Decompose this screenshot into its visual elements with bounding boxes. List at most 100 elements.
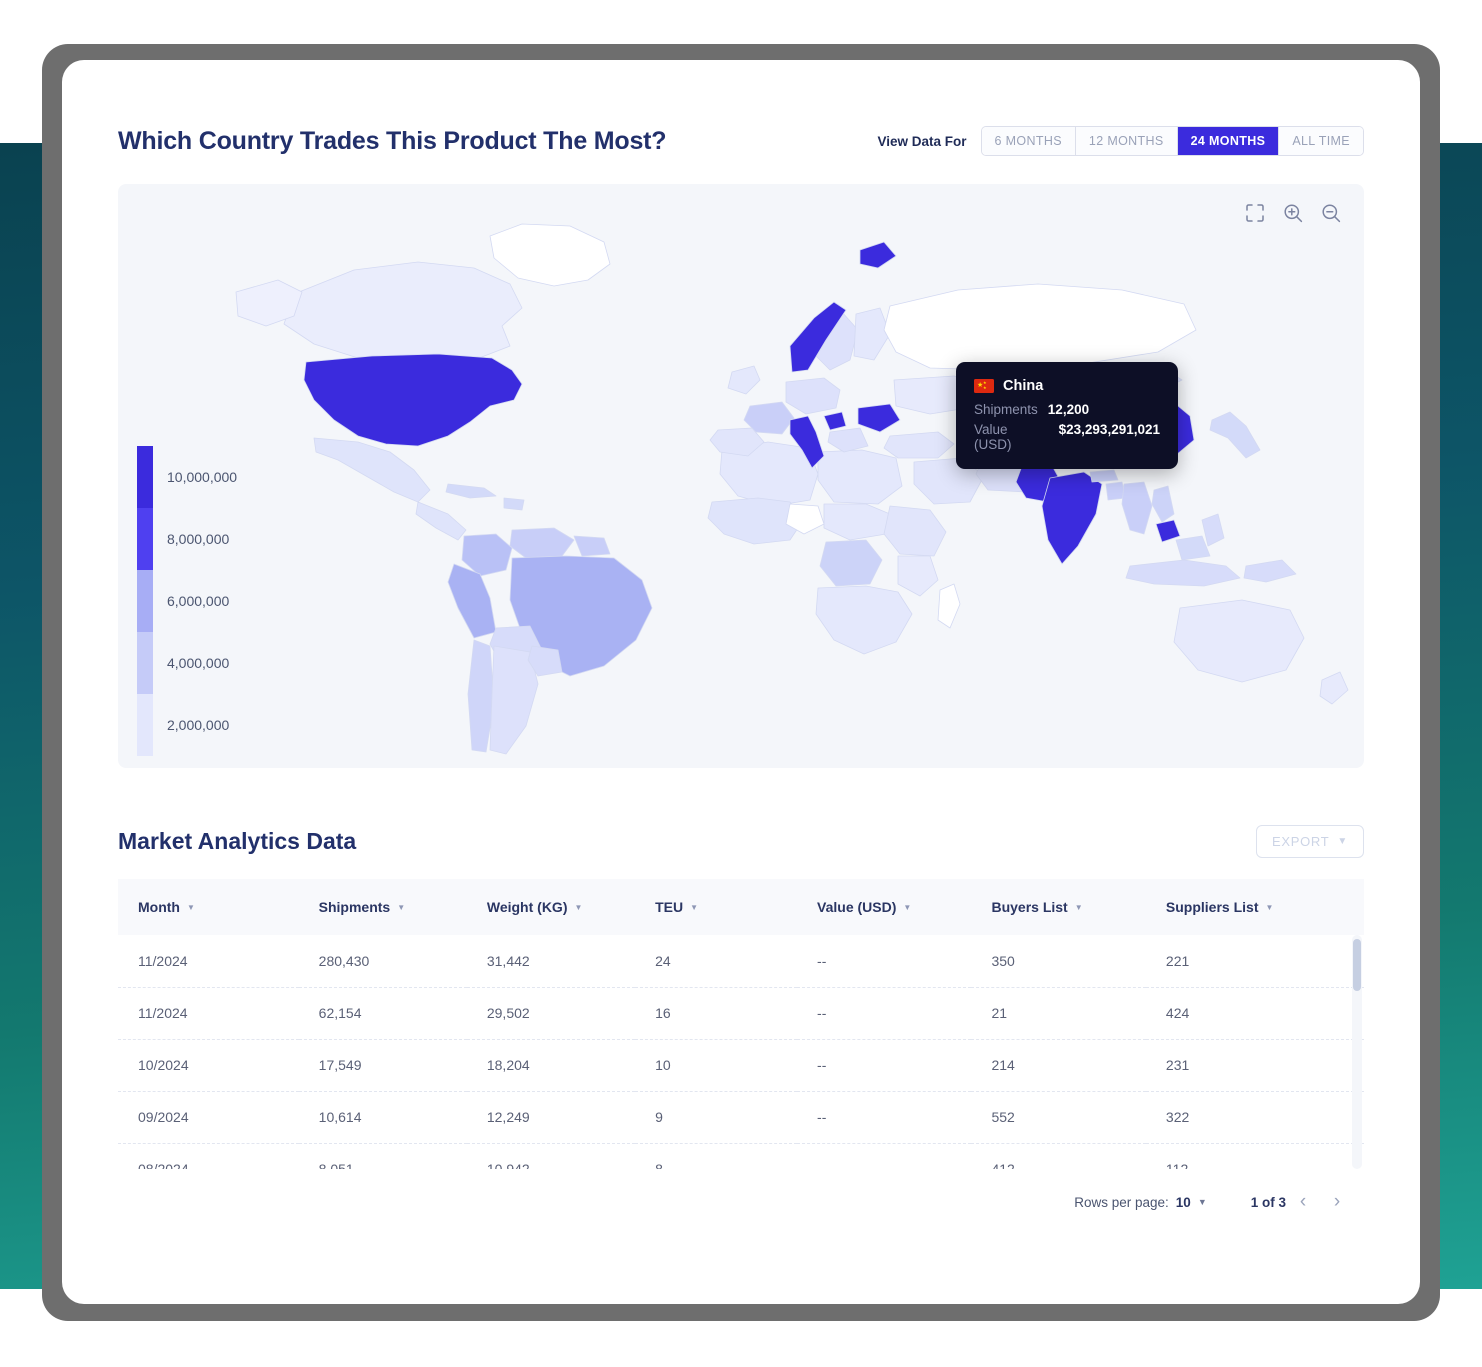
country-india bbox=[1041, 471, 1103, 565]
table-scrollbar-thumb[interactable] bbox=[1353, 939, 1361, 991]
map-tool-bar bbox=[1244, 202, 1342, 224]
cell-suppliers-link[interactable]: 231 bbox=[1145, 1039, 1364, 1092]
country-mexico bbox=[313, 437, 431, 503]
column-header-buyers[interactable]: Buyers List ▼ bbox=[971, 879, 1146, 935]
analytics-table-container: Month ▼ Shipments ▼ Weight (KG) ▼ TEU ▼ Valu… bbox=[118, 879, 1364, 1169]
page-title: Which Country Trades This Product The Mo… bbox=[118, 126, 667, 155]
cell-teu: 16 bbox=[635, 987, 798, 1040]
country-romania bbox=[857, 403, 901, 433]
cell-suppliers-link[interactable]: 424 bbox=[1145, 987, 1364, 1040]
cell-buyers-link[interactable]: 21 bbox=[971, 987, 1146, 1040]
legend-label: 8,000,000 bbox=[167, 531, 230, 547]
column-header-shipments[interactable]: Shipments ▼ bbox=[298, 879, 467, 935]
cell-suppliers-link[interactable]: 112 bbox=[1145, 1143, 1364, 1169]
zoom-out-icon[interactable] bbox=[1320, 202, 1342, 224]
tooltip-value-label: Value (USD) bbox=[974, 422, 1012, 452]
column-header-weight[interactable]: Weight (KG) ▼ bbox=[466, 879, 636, 935]
export-button[interactable]: EXPORT ▼ bbox=[1255, 824, 1364, 858]
chevron-left-icon[interactable]: ‹ bbox=[1286, 1185, 1320, 1219]
country-ecuador-peru bbox=[447, 563, 497, 639]
country-nepal-bhutan bbox=[1089, 469, 1119, 483]
column-label: Weight (KG) bbox=[486, 899, 568, 915]
country-venezuela bbox=[509, 527, 575, 559]
table-scrollbar[interactable] bbox=[1352, 935, 1362, 1169]
column-label: Month bbox=[138, 899, 180, 915]
legend-swatch bbox=[137, 632, 153, 694]
cell-shipments: 62,154 bbox=[298, 987, 467, 1040]
world-map-panel[interactable]: 10,000,000 8,000,000 6,000,000 4,000,000 bbox=[118, 184, 1364, 768]
country-cambodia bbox=[1155, 519, 1181, 543]
cell-shipments: 8,051 bbox=[298, 1143, 467, 1169]
cell-buyers-link[interactable]: 214 bbox=[971, 1039, 1146, 1092]
sort-caret-icon: ▼ bbox=[903, 902, 912, 912]
cell-month: 11/2024 bbox=[118, 987, 299, 1040]
country-balkans bbox=[827, 427, 869, 453]
country-papua bbox=[1243, 559, 1297, 583]
table-row[interactable]: 11/2024 62,154 29,502 16 -- 21 424 bbox=[118, 987, 1364, 1040]
page-header: Which Country Trades This Product The Mo… bbox=[118, 122, 1364, 160]
cell-suppliers-link[interactable]: 322 bbox=[1145, 1091, 1364, 1144]
cell-month: 08/2024 bbox=[118, 1143, 299, 1169]
cell-weight: 31,442 bbox=[466, 935, 636, 988]
cell-month: 10/2024 bbox=[118, 1039, 299, 1092]
legend-label: 6,000,000 bbox=[167, 593, 230, 609]
cell-weight: 29,502 bbox=[466, 987, 636, 1040]
cell-weight: 12,249 bbox=[466, 1091, 636, 1144]
column-label: TEU bbox=[655, 899, 684, 915]
range-option-6-months[interactable]: 6 MONTHS bbox=[981, 127, 1076, 155]
table-row[interactable]: 09/2024 10,614 12,249 9 -- 552 322 bbox=[118, 1091, 1364, 1144]
country-svalbard bbox=[859, 241, 897, 269]
legend-item: 2,000,000 bbox=[137, 694, 287, 756]
country-sahel bbox=[823, 503, 891, 541]
chevron-down-icon: ▼ bbox=[1337, 835, 1348, 847]
country-germany-poland bbox=[785, 377, 841, 415]
range-option-all-time[interactable]: ALL TIME bbox=[1279, 127, 1363, 155]
column-header-teu[interactable]: TEU ▼ bbox=[635, 879, 798, 935]
country-east-africa bbox=[897, 555, 939, 597]
cell-value: -- bbox=[797, 1091, 972, 1144]
country-turkey bbox=[883, 431, 955, 459]
cell-buyers-link[interactable]: 350 bbox=[971, 935, 1146, 988]
column-header-month[interactable]: Month ▼ bbox=[118, 879, 299, 935]
flag-star-small: ★ bbox=[983, 385, 987, 390]
cell-month: 09/2024 bbox=[118, 1091, 299, 1144]
column-header-suppliers[interactable]: Suppliers List ▼ bbox=[1145, 879, 1364, 935]
legend-swatch bbox=[137, 446, 153, 508]
chevron-right-icon[interactable]: › bbox=[1320, 1185, 1354, 1219]
table-row[interactable]: 11/2024 280,430 31,442 24 -- 350 221 bbox=[118, 935, 1364, 988]
fullscreen-icon[interactable] bbox=[1244, 202, 1266, 224]
cell-shipments: 10,614 bbox=[298, 1091, 467, 1144]
column-header-value[interactable]: Value (USD) ▼ bbox=[797, 879, 972, 935]
tooltip-shipments-value: 12,200 bbox=[1047, 402, 1090, 417]
cell-month: 11/2024 bbox=[118, 935, 299, 988]
column-label: Shipments bbox=[318, 899, 391, 915]
zoom-in-icon[interactable] bbox=[1282, 202, 1304, 224]
cell-teu: 24 bbox=[635, 935, 798, 988]
table-section-header: Market Analytics Data EXPORT ▼ bbox=[118, 822, 1364, 860]
table-row[interactable]: 10/2024 17,549 18,204 10 -- 214 231 bbox=[118, 1039, 1364, 1092]
page-backdrop: Which Country Trades This Product The Mo… bbox=[0, 0, 1482, 1367]
tooltip-value-amount: $23,293,291,021 bbox=[1058, 422, 1160, 437]
column-label: Value (USD) bbox=[817, 899, 897, 915]
country-madagascar bbox=[937, 583, 961, 629]
tooltip-shipments-label: Shipments bbox=[974, 402, 1038, 417]
cell-teu: 8 bbox=[635, 1143, 798, 1169]
cell-value: -- bbox=[797, 1143, 972, 1169]
range-selector-label: View Data For bbox=[877, 133, 967, 149]
cell-weight: 18,204 bbox=[466, 1039, 636, 1092]
country-southern-africa bbox=[815, 585, 913, 655]
world-map-graphic[interactable] bbox=[118, 184, 1364, 768]
rows-per-page-select[interactable]: 10 ▼ bbox=[1176, 1195, 1207, 1210]
cell-buyers-link[interactable]: 412 bbox=[971, 1143, 1146, 1169]
tooltip-shipments-row: Shipments 12,200 bbox=[974, 402, 1160, 417]
range-option-12-months[interactable]: 12 MONTHS bbox=[1075, 127, 1178, 155]
cell-suppliers-link[interactable]: 221 bbox=[1145, 935, 1364, 988]
table-row[interactable]: 08/2024 8,051 10,942 8 -- 412 112 bbox=[118, 1143, 1364, 1169]
range-option-24-months[interactable]: 24 MONTHS bbox=[1177, 127, 1280, 155]
sort-caret-icon: ▼ bbox=[574, 902, 583, 912]
legend-label: 10,000,000 bbox=[167, 469, 238, 485]
cell-buyers-link[interactable]: 552 bbox=[971, 1091, 1146, 1144]
legend-item: 8,000,000 bbox=[137, 508, 287, 570]
country-vietnam bbox=[1151, 485, 1175, 523]
time-range-segmented-control[interactable]: 6 MONTHS 12 MONTHS 24 MONTHS ALL TIME bbox=[980, 126, 1364, 156]
